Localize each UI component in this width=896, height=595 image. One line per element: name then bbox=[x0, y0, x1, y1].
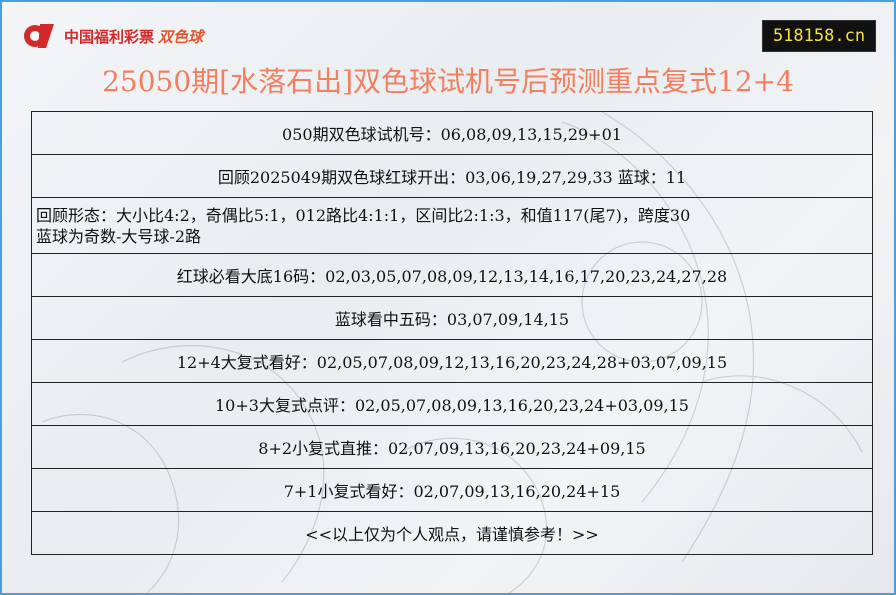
logo-text: 中国福利彩票 bbox=[64, 27, 155, 46]
table-row: 050期双色球试机号：06,08,09,13,15,29+01 bbox=[31, 111, 873, 155]
site-badge[interactable]: 518158.cn bbox=[762, 20, 876, 52]
combo-7-1-cell: 7+1小复式看好：02,07,09,13,16,20,24+15 bbox=[31, 468, 873, 512]
pattern-line-2: 蓝球为奇数-大号球-2路 bbox=[36, 226, 201, 246]
combo-8-2-cell: 8+2小复式直推：02,07,09,13,16,20,23,24+09,15 bbox=[31, 425, 873, 469]
welfare-lottery-logo-icon bbox=[24, 24, 54, 48]
disclaimer-cell: <<以上仅为个人观点，请谨慎参考！>> bbox=[31, 511, 873, 555]
pattern-review-cell: 回顾形态：大小比4:2，奇偶比5:1，012路比4:1:1，区间比2:1:3，和… bbox=[31, 197, 873, 254]
game-name: 双色球 bbox=[158, 27, 204, 46]
red-ball-pool-cell: 红球必看大底16码：02,03,05,07,08,09,12,13,14,16,… bbox=[31, 253, 873, 297]
combo-12-4-cell: 12+4大复式看好：02,05,07,08,09,12,13,16,20,23,… bbox=[31, 339, 873, 383]
table-row: 回顾形态：大小比4:2，奇偶比5:1，012路比4:1:1，区间比2:1:3，和… bbox=[31, 197, 873, 254]
table-row: 红球必看大底16码：02,03,05,07,08,09,12,13,14,16,… bbox=[31, 253, 873, 297]
blue-ball-pick-cell: 蓝球看中五码：03,07,09,14,15 bbox=[31, 296, 873, 340]
table-row: 8+2小复式直推：02,07,09,13,16,20,23,24+09,15 bbox=[31, 425, 873, 469]
table-row: 7+1小复式看好：02,07,09,13,16,20,24+15 bbox=[31, 468, 873, 512]
page: 中国福利彩票 双色球 518158.cn 25050期[水落石出]双色球试机号后… bbox=[0, 0, 896, 595]
table-row: 蓝球看中五码：03,07,09,14,15 bbox=[31, 296, 873, 340]
table-row: 回顾2025049期双色球红球开出：03,06,19,27,29,33 蓝球：1… bbox=[31, 154, 873, 198]
logo: 中国福利彩票 双色球 bbox=[20, 20, 203, 52]
prediction-table: 050期双色球试机号：06,08,09,13,15,29+01 回顾202504… bbox=[31, 111, 873, 555]
table-row: <<以上仅为个人观点，请谨慎参考！>> bbox=[31, 511, 873, 555]
page-title: 25050期[水落石出]双色球试机号后预测重点复式12+4 bbox=[102, 65, 794, 98]
table-row: 12+4大复式看好：02,05,07,08,09,12,13,16,20,23,… bbox=[31, 339, 873, 383]
pattern-line-1: 回顾形态：大小比4:2，奇偶比5:1，012路比4:1:1，区间比2:1:3，和… bbox=[36, 205, 691, 225]
test-number-cell: 050期双色球试机号：06,08,09,13,15,29+01 bbox=[31, 111, 873, 155]
table-row: 10+3大复式点评：02,05,07,08,09,13,16,20,23,24+… bbox=[31, 382, 873, 426]
previous-draw-cell: 回顾2025049期双色球红球开出：03,06,19,27,29,33 蓝球：1… bbox=[31, 154, 873, 198]
combo-10-3-cell: 10+3大复式点评：02,05,07,08,09,13,16,20,23,24+… bbox=[31, 382, 873, 426]
